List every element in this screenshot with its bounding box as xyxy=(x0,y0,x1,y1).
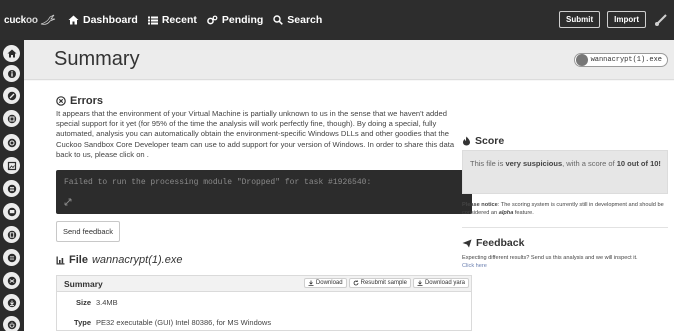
row-key: Size xyxy=(75,297,91,307)
content-panel: Errors It appears that the environment o… xyxy=(24,81,674,331)
row-key: Type xyxy=(74,317,91,327)
send-feedback-button[interactable]: Send feedback xyxy=(56,221,121,242)
expand-icon[interactable] xyxy=(64,198,72,206)
fire-icon xyxy=(462,136,471,146)
notice-alpha: alpha xyxy=(498,209,514,216)
console-message: Failed to run the processing module "Dro… xyxy=(64,178,372,187)
nav-links: Dashboard Recent Pending Search xyxy=(58,0,322,40)
divider xyxy=(462,227,668,228)
nav-pending-label: Pending xyxy=(221,14,264,26)
import-button[interactable]: Import xyxy=(607,11,646,28)
sidebar-list-icon[interactable] xyxy=(3,180,20,197)
score-prefix: This file is xyxy=(470,159,506,168)
nav-search-label: Search xyxy=(287,14,323,26)
nav-search[interactable]: Search xyxy=(273,14,322,26)
submit-button[interactable]: Submit xyxy=(559,11,601,28)
file-summary-actions: Download Resubmit sample Download yara xyxy=(302,278,469,288)
error-console: Failed to run the processing module "Dro… xyxy=(56,170,472,214)
page-header: Summary wannacrypt(1).exe xyxy=(24,40,674,80)
download-button[interactable]: Download xyxy=(303,278,347,288)
score-value: 10 out of 10! xyxy=(616,159,661,168)
errors-title: Errors xyxy=(70,95,104,107)
feedback-heading: Feedback xyxy=(462,237,524,249)
feedback-description: Expecting different results? Send us thi… xyxy=(462,255,638,261)
score-text: This file is very suspicious, with a sco… xyxy=(470,159,662,170)
list-icon xyxy=(147,16,158,25)
bar-chart-icon xyxy=(56,256,65,265)
row-value: 3.4MB xyxy=(96,297,118,307)
sidebar-list-alt-icon[interactable] xyxy=(3,249,20,266)
gears-icon xyxy=(207,15,218,25)
refresh-icon xyxy=(353,280,359,286)
sidebar-target-icon[interactable] xyxy=(3,134,20,151)
search-icon xyxy=(273,15,284,25)
score-notice: Please notice: The scoring system is cur… xyxy=(462,202,668,217)
download-yara-label: Download yara xyxy=(424,280,465,286)
home-icon xyxy=(68,15,79,25)
resubmit-label: Resubmit sample xyxy=(360,280,407,286)
score-verdict: very suspicious xyxy=(505,159,563,168)
download-yara-button[interactable]: Download yara xyxy=(412,278,469,288)
main-area: Summary wannacrypt(1).exe Errors It appe… xyxy=(24,40,674,331)
bird-icon xyxy=(40,14,55,25)
notice-end: feature. xyxy=(513,209,534,216)
score-title: Score xyxy=(475,135,505,147)
file-pill-label: wannacrypt(1).exe xyxy=(590,56,662,64)
score-middle: , with a score of xyxy=(562,159,617,168)
score-heading: Score xyxy=(462,135,504,147)
score-box: This file is very suspicious, with a sco… xyxy=(462,150,668,194)
sidebar-image-icon[interactable] xyxy=(3,157,20,174)
sidebar-info-icon[interactable] xyxy=(3,65,20,82)
left-sidebar xyxy=(0,40,24,331)
download-icon xyxy=(308,280,314,286)
sidebar-pencil-icon[interactable] xyxy=(3,87,20,104)
nav-pending[interactable]: Pending xyxy=(207,14,263,26)
logo-text: cuck xyxy=(4,14,26,26)
nav-recent[interactable]: Recent xyxy=(147,14,197,26)
table-row: Type PE32 executable (GUI) Intel 80386, … xyxy=(57,314,471,330)
sidebar-power-icon[interactable] xyxy=(3,316,20,331)
row-value: PE32 executable (GUI) Intel 80386, for M… xyxy=(96,317,272,327)
cuckoo-logo[interactable]: cuck oo xyxy=(0,14,58,26)
file-pill[interactable]: wannacrypt(1).exe xyxy=(573,53,668,67)
times-circle-icon xyxy=(56,96,66,106)
file-summary-header: Summary Download Resubmit sample Downloa… xyxy=(57,276,471,292)
sidebar-signature-icon[interactable] xyxy=(3,110,20,127)
nav-actions: Submit Import xyxy=(552,11,668,28)
errors-heading: Errors xyxy=(56,95,103,107)
file-heading-label: File xyxy=(69,254,88,266)
sidebar-shuffle-icon[interactable] xyxy=(3,272,20,289)
page-title: Summary xyxy=(54,48,140,70)
download-label: Download xyxy=(315,280,343,286)
errors-description: It appears that the environment of your … xyxy=(56,109,455,159)
notice-label: Please notice xyxy=(462,202,498,208)
feedback-click-here-link[interactable]: Click here xyxy=(462,263,487,269)
logo-text-accent: oo xyxy=(26,14,38,26)
send-icon xyxy=(462,239,472,248)
nav-dashboard[interactable]: Dashboard xyxy=(68,14,138,26)
sidebar-download-icon[interactable] xyxy=(3,294,20,311)
nav-dashboard-label: Dashboard xyxy=(83,14,138,26)
sidebar-flag-icon[interactable] xyxy=(3,203,20,220)
paintbrush-icon[interactable] xyxy=(654,13,668,27)
table-row: Size 3.4MB xyxy=(57,294,471,310)
file-summary-table: Summary Download Resubmit sample Downloa… xyxy=(56,275,472,331)
sidebar-folder-icon[interactable] xyxy=(3,226,20,243)
file-icon xyxy=(575,54,588,66)
resubmit-sample-button[interactable]: Resubmit sample xyxy=(348,278,411,288)
sidebar-home-icon[interactable] xyxy=(3,45,20,62)
feedback-title: Feedback xyxy=(476,237,525,249)
file-heading-name: wannacrypt(1).exe xyxy=(91,254,183,266)
download-icon xyxy=(417,280,423,286)
nav-recent-label: Recent xyxy=(161,14,197,26)
file-summary-title: Summary xyxy=(64,279,103,289)
top-navbar: cuck oo Dashboard Recent Pending Search S… xyxy=(0,0,674,40)
file-heading: File wannacrypt(1).exe xyxy=(56,254,182,266)
